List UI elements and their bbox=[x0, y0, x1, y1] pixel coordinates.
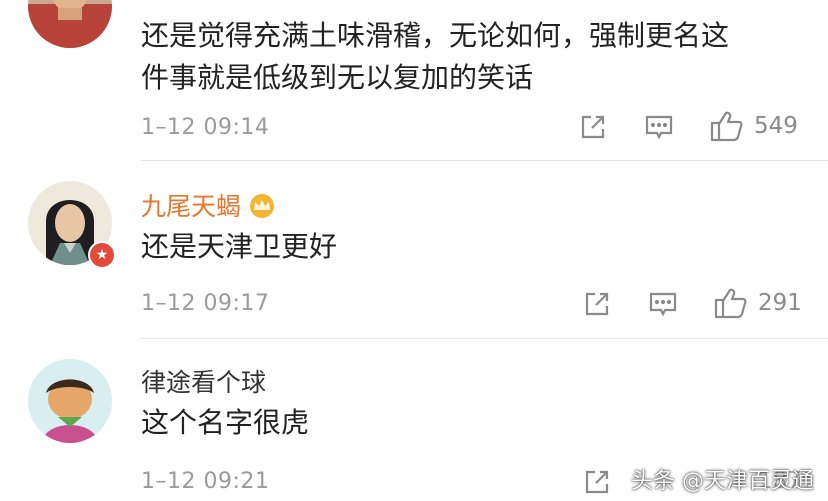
comment-text: 件事就是低级到无以复加的笑话 bbox=[141, 61, 534, 94]
avatar[interactable] bbox=[28, 0, 112, 48]
star-badge-icon: ★ bbox=[88, 241, 116, 269]
reply-button[interactable] bbox=[648, 289, 678, 323]
comment-time: 1–12 09:21 bbox=[141, 469, 270, 494]
share-icon bbox=[585, 292, 609, 316]
comment-item: 还是觉得充满土味滑稽，无论如何，强制更名这 件事就是低级到无以复加的笑话 1–1… bbox=[0, 0, 828, 160]
comment-time: 1–12 09:17 bbox=[141, 291, 270, 316]
like-count: 549 bbox=[754, 113, 798, 139]
comment-item: ★ 九尾天蝎 还是天津卫更好 1–12 09:17 291 bbox=[0, 161, 828, 338]
like-button[interactable] bbox=[710, 110, 744, 144]
comment-text: 还是觉得充满土味滑稽，无论如何，强制更名这 bbox=[141, 19, 730, 52]
reply-button[interactable] bbox=[644, 112, 674, 146]
username[interactable]: 九尾天蝎 bbox=[141, 187, 277, 225]
comment-time: 1–12 09:14 bbox=[141, 115, 270, 140]
crown-icon bbox=[247, 193, 277, 225]
share-button[interactable] bbox=[582, 467, 612, 501]
watermark: 头条 @天津百灵通 bbox=[631, 469, 814, 494]
share-icon bbox=[581, 115, 605, 139]
username-label[interactable]: 九尾天蝎 bbox=[141, 192, 241, 221]
like-count: 291 bbox=[758, 290, 802, 316]
thumbs-up-icon bbox=[714, 288, 747, 319]
comment-icon bbox=[645, 115, 673, 140]
share-button[interactable] bbox=[578, 112, 608, 146]
comment-icon bbox=[649, 292, 677, 317]
avatar[interactable] bbox=[28, 359, 112, 443]
thumbs-up-icon bbox=[710, 111, 743, 142]
like-button[interactable] bbox=[714, 287, 748, 321]
share-button[interactable] bbox=[582, 289, 612, 323]
comment-text: 这个名字很虎 bbox=[141, 406, 310, 439]
comment-text: 还是天津卫更好 bbox=[141, 230, 338, 263]
share-icon bbox=[585, 470, 609, 494]
username[interactable]: 律途看个球 bbox=[141, 363, 266, 399]
